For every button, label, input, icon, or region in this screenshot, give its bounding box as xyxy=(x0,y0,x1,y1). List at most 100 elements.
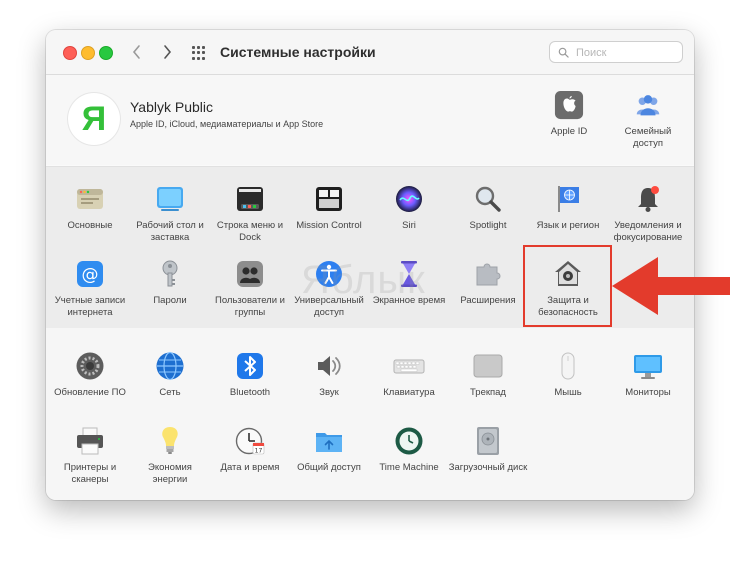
apple-id-icon xyxy=(554,90,584,120)
mission-control-icon xyxy=(313,183,345,215)
date-time-icon: 17 xyxy=(234,425,266,457)
pref-label: Уведомления и фокусирование xyxy=(613,220,683,243)
pref-dock[interactable]: Строка меню и Dock xyxy=(210,183,290,243)
red-arrow-icon xyxy=(612,257,730,315)
pref-network[interactable]: Сеть xyxy=(130,350,210,399)
software-update-icon xyxy=(74,350,106,382)
back-button[interactable] xyxy=(126,40,148,64)
pref-label: Обновление ПО xyxy=(54,387,126,398)
users-icon xyxy=(234,258,266,290)
spotlight-icon xyxy=(472,183,504,215)
pref-software-update[interactable]: Обновление ПО xyxy=(50,350,130,399)
internet-accounts-icon: @ xyxy=(74,258,106,290)
pref-label: Принтеры и сканеры xyxy=(63,462,117,485)
pref-label: Time Machine xyxy=(379,462,439,473)
mouse-icon xyxy=(552,350,584,382)
pref-siri[interactable]: Siri xyxy=(369,183,449,232)
dock-icon xyxy=(234,183,266,215)
family-sharing-icon xyxy=(633,90,663,120)
zoom-button[interactable] xyxy=(99,46,113,60)
pref-displays[interactable]: Мониторы xyxy=(608,350,688,399)
pref-label: Общий доступ xyxy=(297,462,361,473)
pref-label: Spotlight xyxy=(469,220,507,231)
pref-label: Пароли xyxy=(153,295,187,306)
pref-label: Дата и время xyxy=(220,462,280,473)
chevron-right-icon xyxy=(164,45,172,59)
pref-energy[interactable]: Экономия энергии xyxy=(130,425,210,485)
pref-sound[interactable]: Звук xyxy=(289,350,369,399)
pref-label: Основные xyxy=(67,220,113,231)
pref-label: Bluetooth xyxy=(229,387,271,398)
pref-keyboard[interactable]: Клавиатура xyxy=(369,350,449,399)
pref-general[interactable]: Основные xyxy=(50,183,130,232)
pref-label: Звук xyxy=(319,387,339,398)
pref-notifications[interactable]: Уведомления и фокусирование xyxy=(608,183,688,243)
pref-apple-id[interactable]: Apple ID xyxy=(534,90,604,138)
desktop-icon xyxy=(154,183,186,215)
search-field[interactable] xyxy=(549,41,683,63)
pref-label: Экономия энергии xyxy=(148,462,192,485)
pref-label: Язык и регион xyxy=(536,220,600,231)
avatar-letter: Я xyxy=(81,100,107,138)
pref-label: Mission Control xyxy=(296,220,362,231)
avatar[interactable]: Я xyxy=(68,93,120,145)
pref-startup-disk[interactable]: Загрузочный диск xyxy=(448,425,528,474)
minimize-button[interactable] xyxy=(81,46,95,60)
printers-icon xyxy=(74,425,106,457)
svg-text:@: @ xyxy=(82,265,99,285)
pref-label: Мониторы xyxy=(625,387,671,398)
forward-button[interactable] xyxy=(156,40,178,64)
general-icon xyxy=(74,183,106,215)
pref-mission-control[interactable]: Mission Control xyxy=(289,183,369,232)
title-bar: Системные настройки xyxy=(46,30,694,75)
pref-label: Расширения xyxy=(460,295,516,306)
pref-internet-accounts[interactable]: @ Учетные записи интернета xyxy=(50,258,130,318)
account-subtitle: Apple ID, iCloud, медиаматериалы и App S… xyxy=(130,119,324,129)
pref-desktop[interactable]: Рабочий стол и заставка xyxy=(130,183,210,243)
search-icon xyxy=(558,47,569,58)
pref-time-machine[interactable]: Time Machine xyxy=(369,425,449,474)
pref-sharing[interactable]: Общий доступ xyxy=(289,425,369,474)
pref-language[interactable]: Язык и регион xyxy=(528,183,608,232)
window-title: Системные настройки xyxy=(220,44,376,60)
pref-mouse[interactable]: Мышь xyxy=(528,350,608,399)
show-all-grid-icon[interactable] xyxy=(192,46,206,60)
pref-trackpad[interactable]: Трекпад xyxy=(448,350,528,399)
keyboard-icon xyxy=(393,350,425,382)
system-preferences-window: Системные настройки Я Yablyk Public Appl… xyxy=(46,30,694,500)
pref-label: Рабочий стол и заставка xyxy=(136,220,204,243)
energy-icon xyxy=(154,425,186,457)
network-icon xyxy=(154,350,186,382)
pref-family-sharing[interactable]: Семейный доступ xyxy=(613,90,683,150)
bluetooth-icon xyxy=(234,350,266,382)
pref-users-groups[interactable]: Пользователи и группы xyxy=(210,258,290,318)
watermark: Яблык xyxy=(301,258,426,302)
pref-label: Мышь xyxy=(554,387,582,398)
pref-spotlight[interactable]: Spotlight xyxy=(448,183,528,232)
close-button[interactable] xyxy=(63,46,77,60)
pref-bluetooth[interactable]: Bluetooth xyxy=(210,350,290,399)
pref-label: Siri xyxy=(402,220,416,231)
pref-printers[interactable]: Принтеры и сканеры xyxy=(50,425,130,485)
startup-disk-icon xyxy=(472,425,504,457)
pref-date-time[interactable]: 17 Дата и время xyxy=(210,425,290,474)
pref-label: Сеть xyxy=(159,387,181,398)
account-name: Yablyk Public xyxy=(130,99,214,115)
pref-label: Учетные записи интернета xyxy=(54,295,126,318)
pref-label: Клавиатура xyxy=(383,387,435,398)
account-section: Я Yablyk Public Apple ID, iCloud, медиам… xyxy=(46,75,694,165)
chevron-left-icon xyxy=(132,45,140,59)
pref-label: Семейный доступ xyxy=(624,126,672,149)
pref-label: Трекпад xyxy=(470,387,506,398)
pref-label: Apple ID xyxy=(550,126,588,137)
trackpad-icon xyxy=(472,350,504,382)
displays-icon xyxy=(632,350,664,382)
search-input[interactable] xyxy=(574,44,678,62)
svg-text:17: 17 xyxy=(255,448,263,455)
pref-extensions[interactable]: Расширения xyxy=(448,258,528,307)
sharing-icon xyxy=(313,425,345,457)
pref-label: Пользователи и группы xyxy=(215,295,285,318)
pref-label: Строка меню и Dock xyxy=(216,220,284,243)
sound-icon xyxy=(313,350,345,382)
pref-passwords[interactable]: Пароли xyxy=(130,258,210,307)
